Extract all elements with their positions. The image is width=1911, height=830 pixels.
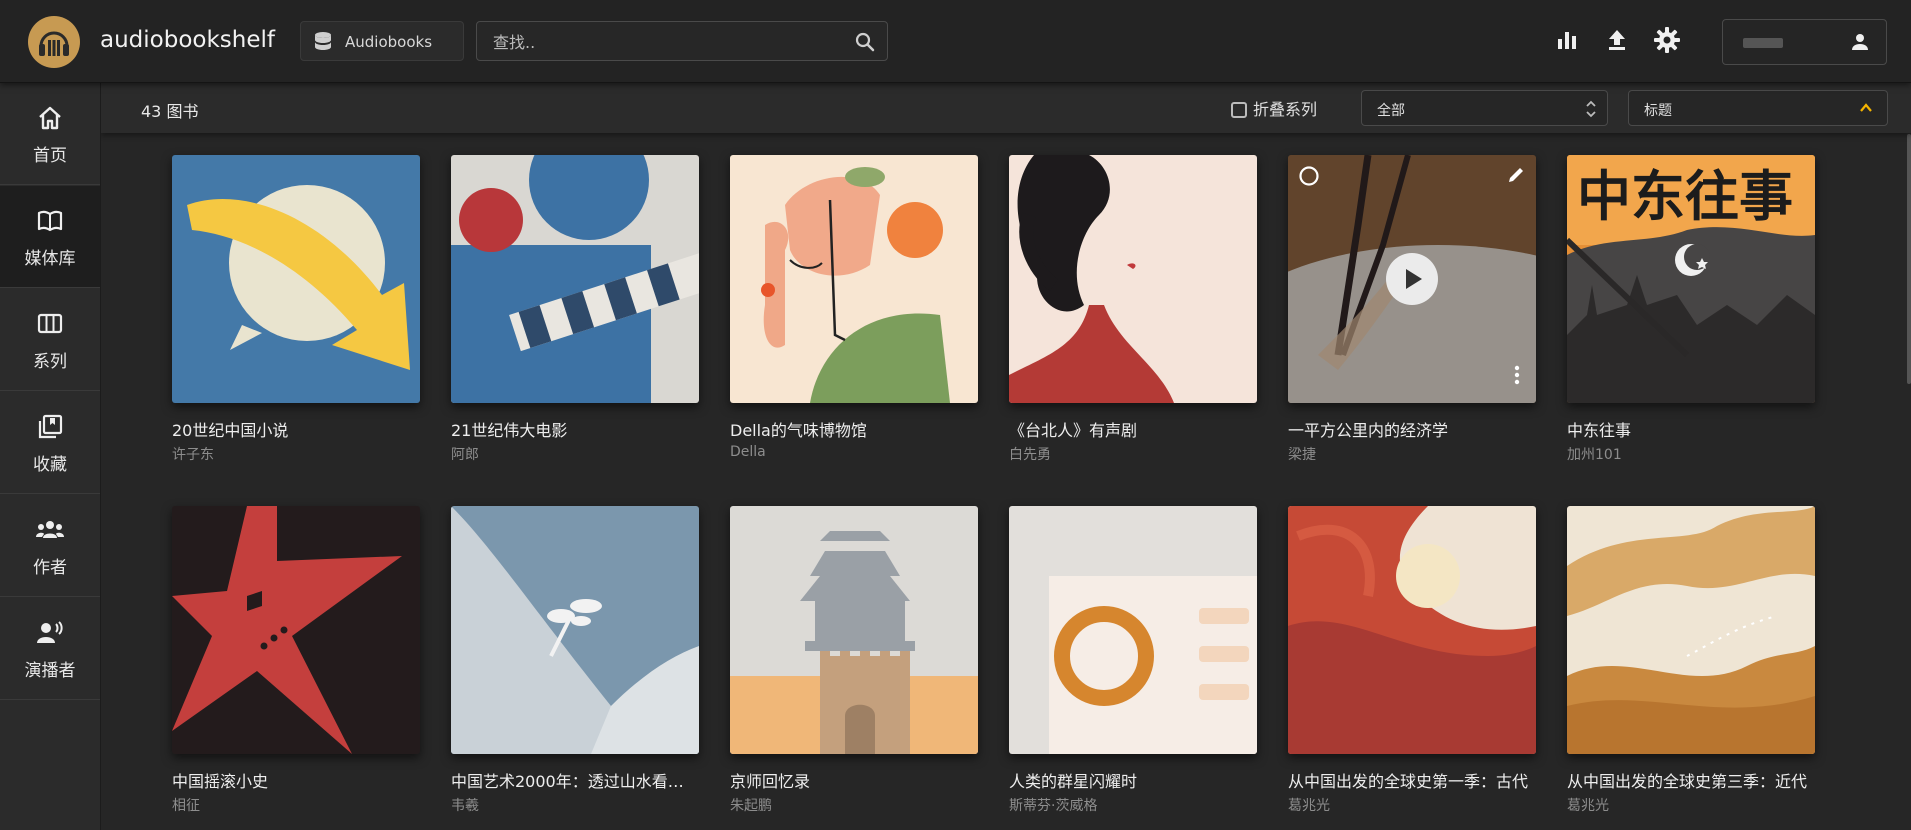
book-cover[interactable] [1567,506,1815,754]
sidebar-item-authors[interactable]: 作者 [0,495,100,597]
book-author[interactable]: 葛兆光 [1567,795,1815,815]
play-icon[interactable] [1385,252,1439,306]
checkbox-icon[interactable] [1231,102,1247,118]
book-title[interactable]: 中国摇滚小史 [172,768,420,792]
library-selector[interactable]: Audiobooks [300,21,464,61]
sidebar: 首页 媒体库 系列 收藏 作者 演播者 [0,83,101,830]
username-redacted [1743,38,1783,48]
book-cover[interactable] [1288,506,1536,754]
book-cover[interactable] [1288,155,1536,403]
select-circle-icon[interactable] [1298,165,1320,187]
sidebar-item-label: 收藏 [33,455,67,475]
book-title[interactable]: 《台北人》有声剧 [1009,417,1257,441]
collapse-series-checkbox[interactable]: 折叠系列 [1231,96,1317,120]
book-author[interactable]: 阿郎 [451,444,699,464]
book-author[interactable]: Della [730,444,978,460]
book-grid: 20世纪中国小说 许子东 21世纪伟大电影 阿郎 Della的气味博物馆 Del… [101,134,1911,830]
more-options-icon[interactable] [1514,365,1520,385]
sidebar-item-series[interactable]: 系列 [0,289,100,391]
book-icon [37,210,63,232]
sidebar-item-home[interactable]: 首页 [0,83,100,185]
sidebar-item-label: 演播者 [24,661,76,681]
sidebar-item-label: 作者 [33,558,67,578]
book-title[interactable]: Della的气味博物馆 [730,417,978,441]
book-author[interactable]: 许子东 [172,444,420,464]
search-input[interactable] [491,29,835,55]
book-title[interactable]: 从中国出发的全球史第三季：近代 [1567,768,1815,792]
book-title[interactable]: 人类的群星闪耀时 [1009,768,1257,792]
cover-title-text: 中东往事 [1577,164,1793,228]
filter-select[interactable]: 全部 [1361,90,1608,126]
database-icon [313,31,333,57]
collections-icon [38,414,63,439]
chevron-up-icon [1859,102,1873,118]
book-cover[interactable] [1009,506,1257,754]
library-label: Audiobooks [345,33,433,51]
book-cover[interactable] [451,506,699,754]
settings-icon[interactable] [1653,26,1681,58]
upload-icon[interactable] [1605,28,1629,56]
series-icon [37,313,63,334]
sidebar-item-collections[interactable]: 收藏 [0,392,100,494]
scrollbar[interactable] [1907,134,1911,384]
book-title[interactable]: 京师回忆录 [730,768,978,792]
book-title[interactable]: 20世纪中国小说 [172,417,420,441]
chevron-up-down-icon [1585,99,1597,123]
sidebar-item-label: 首页 [33,146,67,166]
book-author[interactable]: 葛兆光 [1288,795,1536,815]
top-bar: audiobookshelf Audiobooks [0,0,1911,83]
narrators-icon [37,621,63,643]
book-cover[interactable] [1009,155,1257,403]
book-cover[interactable] [172,155,420,403]
home-icon [39,106,61,130]
filter-value: 全部 [1377,103,1405,119]
sidebar-item-label: 系列 [33,352,67,372]
book-author[interactable]: 白先勇 [1009,444,1257,464]
user-menu-button[interactable] [1722,19,1887,65]
book-cover[interactable] [730,155,978,403]
app-title[interactable]: audiobookshelf [100,27,275,53]
book-author[interactable]: 斯蒂芬·茨威格 [1009,795,1257,815]
authors-icon [36,521,64,538]
sidebar-item-narrators[interactable]: 演播者 [0,598,100,700]
book-author[interactable]: 相征 [172,795,420,815]
book-title[interactable]: 从中国出发的全球史第一季：古代 [1288,768,1536,792]
app-logo-icon[interactable] [28,16,80,68]
book-title[interactable]: 一平方公里内的经济学 [1288,417,1536,441]
book-title[interactable]: 21世纪伟大电影 [451,417,699,441]
sidebar-item-label: 媒体库 [24,249,76,269]
book-author[interactable]: 梁捷 [1288,444,1536,464]
book-cover[interactable] [172,506,420,754]
edit-pencil-icon[interactable] [1506,165,1526,185]
collapse-series-label: 折叠系列 [1253,100,1318,119]
book-title[interactable]: 中东往事 [1567,417,1815,441]
book-count: 43 图书 [141,102,199,121]
book-cover[interactable]: 中东往事 [1567,155,1815,403]
search-box[interactable] [476,21,888,61]
book-author[interactable]: 加州101 [1567,444,1815,464]
book-author[interactable]: 韦羲 [451,795,699,815]
user-icon [1850,32,1870,56]
sidebar-item-library[interactable]: 媒体库 [0,186,100,288]
sort-select[interactable]: 标题 [1628,90,1888,126]
book-cover[interactable] [730,506,978,754]
book-title[interactable]: 中国艺术2000年：透过山水看中国 [451,768,699,792]
stats-icon[interactable] [1555,28,1579,56]
sort-value: 标题 [1644,103,1672,119]
search-icon[interactable] [855,32,875,56]
book-cover[interactable] [451,155,699,403]
book-author[interactable]: 朱起鹏 [730,795,978,815]
library-toolbar: 43 图书 折叠系列 全部 标题 [101,83,1911,133]
